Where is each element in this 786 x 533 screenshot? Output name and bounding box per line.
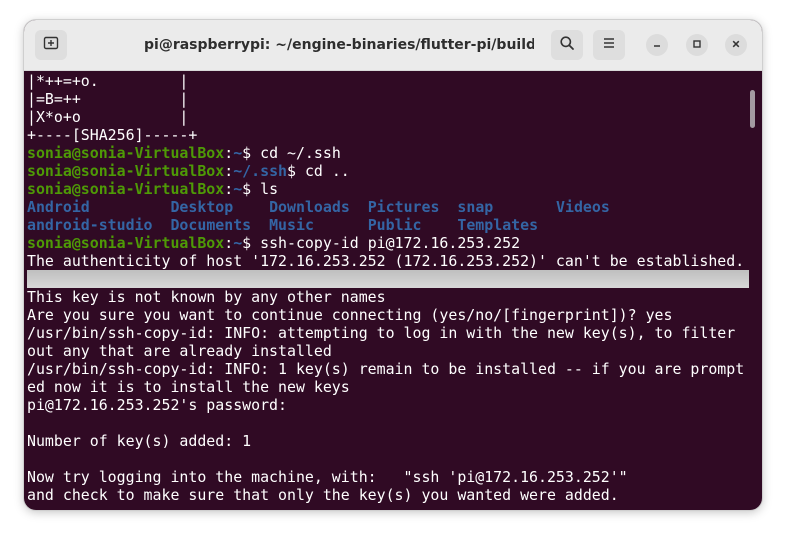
command-text: cd .. [304,162,350,180]
prompt-separator: : [224,234,234,252]
directory-entry: Videos [556,198,610,216]
prompt-user: sonia@sonia-VirtualBox [27,180,225,198]
directory-entry: Documents [170,216,252,234]
prompt-separator: : [224,180,234,198]
command-text: ls [260,180,279,198]
directory-entry: Templates [457,216,539,234]
output-line: Are you sure you want to continue connec… [27,306,673,324]
command-text: ssh-copy-id pi@172.16.253.252 [260,234,521,252]
prompt-line: sonia@sonia-VirtualBox:~$ ls [27,180,749,198]
prompt-separator: : [224,144,234,162]
prompt-sign: $ [242,234,261,252]
prompt-user: sonia@sonia-VirtualBox [27,144,225,162]
new-tab-icon [43,35,59,56]
output-line: and check to make sure that only the key… [27,486,619,504]
output-line: Number of key(s) added: 1 [27,432,252,450]
directory-entry: Public [367,216,422,234]
terminal-window: pi@raspberrypi: ~/engine-binaries/flutte… [24,20,762,510]
prompt-user: sonia@sonia-VirtualBox [27,234,225,252]
directory-entry: Downloads [269,198,350,216]
directory-entry: Android [27,198,90,216]
output-line: /usr/bin/ssh-copy-id: INFO: 1 key(s) rem… [27,360,745,378]
output-line: This key is not known by any other names [27,288,386,306]
search-icon [559,35,575,56]
directory-entry: Desktop [170,198,234,216]
minimize-icon [652,36,662,54]
prompt-separator: : [224,162,234,180]
search-button[interactable] [551,30,583,60]
terminal-output[interactable]: |*++=+o. | |=B=++ | |X*o+o | +----[SHA25… [27,72,749,508]
randomart-line: +----[SHA256]-----+ [27,126,198,144]
output-line: pi@172.16.253.252's password: [27,396,287,414]
prompt-path: ~ [233,234,243,252]
prompt-line: sonia@sonia-VirtualBox:~$ ssh-copy-id pi… [27,234,749,252]
prompt-sign: $ [242,144,261,162]
directory-entry: android-studio [27,216,153,234]
ls-output-row: Android Desktop Downloads Pictures snap … [27,198,749,216]
new-tab-button[interactable] [35,30,67,60]
selection-highlight [27,270,749,288]
title-bar[interactable]: pi@raspberrypi: ~/engine-binaries/flutte… [24,20,762,71]
directory-entry: snap [457,198,494,216]
menu-button[interactable] [593,30,625,60]
close-icon [731,36,741,54]
ls-output-row: android-studio Documents Music Public Te… [27,216,749,234]
prompt-path: ~ [233,144,243,162]
hamburger-menu-icon [601,35,617,56]
maximize-button[interactable] [686,34,708,56]
prompt-sign: $ [242,180,261,198]
prompt-line: sonia@sonia-VirtualBox:~$ cd ~/.ssh [27,144,749,162]
minimize-button[interactable] [646,34,668,56]
scrollbar-thumb[interactable] [750,90,755,128]
prompt-user: sonia@sonia-VirtualBox [27,162,225,180]
prompt-line: sonia@sonia-VirtualBox:~/.ssh$ cd .. [27,162,749,180]
prompt-sign: $ [287,162,305,180]
output-line: Now try logging into the machine, with: … [27,468,628,486]
prompt-path: ~/.ssh [233,162,287,180]
maximize-icon [692,36,702,54]
prompt-path: ~ [233,180,243,198]
close-button[interactable] [725,34,747,56]
command-text: cd ~/.ssh [260,144,341,162]
output-line: /usr/bin/ssh-copy-id: INFO: attempting t… [27,324,736,342]
randomart-line: |*++=+o. | [27,72,189,90]
directory-entry: Pictures [367,198,440,216]
window-title: pi@raspberrypi: ~/engine-binaries/flutte… [144,37,534,53]
output-line: ed now it is to install the new keys [27,378,350,396]
randomart-line: |=B=++ | [27,90,189,108]
output-line: out any that are already installed [27,342,332,360]
directory-entry: Music [269,216,314,234]
output-line: The authenticity of host '172.16.253.252… [27,252,745,270]
randomart-line: |X*o+o | [27,108,189,126]
